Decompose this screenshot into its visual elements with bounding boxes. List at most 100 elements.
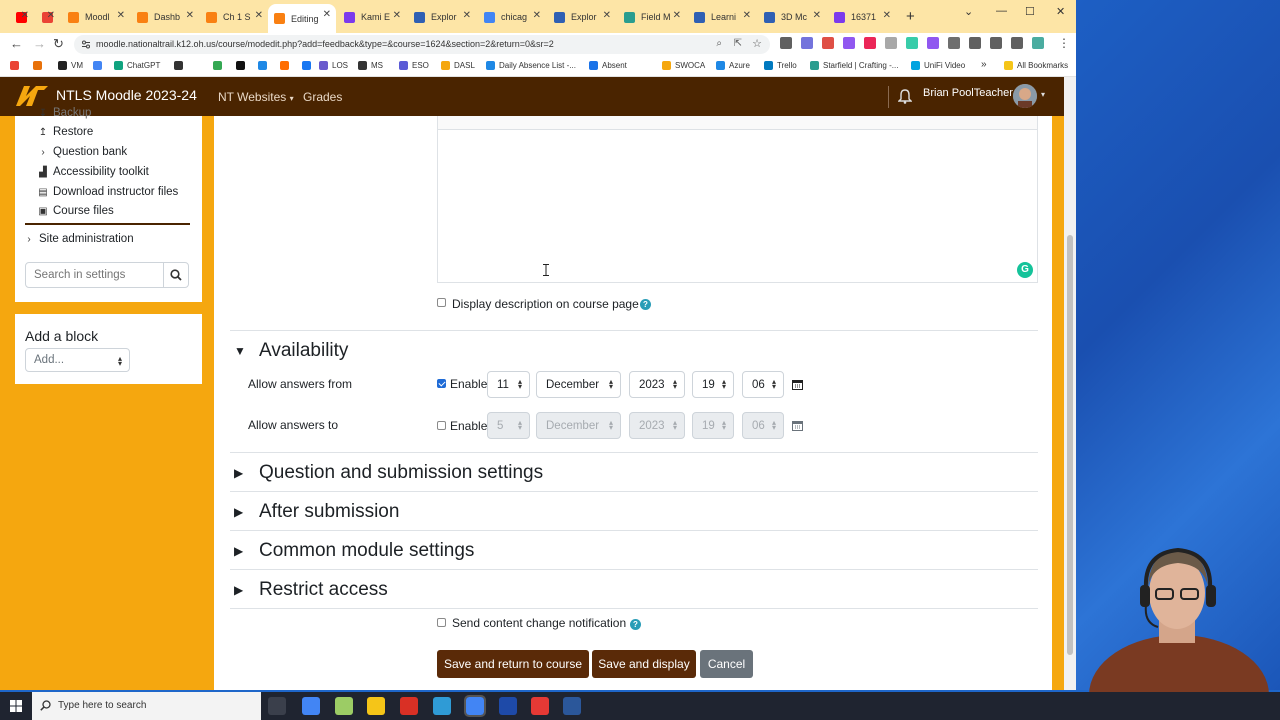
- section-question-submission[interactable]: ▶ Question and submission settings: [234, 462, 543, 484]
- nav-grades[interactable]: Grades: [303, 90, 342, 104]
- browser-extension-icon[interactable]: [780, 37, 792, 49]
- avatar[interactable]: [1013, 84, 1037, 108]
- user-name[interactable]: Brian PoolTeacher: [923, 87, 1013, 99]
- send-notification-checkbox[interactable]: [437, 618, 446, 627]
- from-minute-select[interactable]: 06 ▴ ▾: [742, 371, 784, 398]
- bookmark-item[interactable]: VM: [58, 61, 83, 70]
- sidebar-item-site-administration[interactable]: › Site administration: [23, 233, 133, 245]
- chrome-icon[interactable]: [302, 697, 320, 715]
- bookmark-icon[interactable]: [174, 61, 187, 70]
- sidebar-item-backup[interactable]: ↧ Backup: [37, 107, 92, 119]
- browser-extension-icon[interactable]: [1011, 37, 1023, 49]
- browser-extension-icon[interactable]: [801, 37, 813, 49]
- browser-tab[interactable]: Explor ✕: [408, 5, 476, 29]
- file-explorer-icon[interactable]: [367, 697, 385, 715]
- close-icon[interactable]: ✕: [393, 10, 401, 21]
- browser-extension-icon[interactable]: [990, 37, 1002, 49]
- close-icon[interactable]: ✕: [323, 9, 331, 20]
- bookmark-icon[interactable]: [33, 61, 46, 70]
- browser-extension-icon[interactable]: [969, 37, 981, 49]
- site-info-icon[interactable]: [82, 40, 90, 49]
- pdf-icon[interactable]: [531, 697, 549, 715]
- close-icon[interactable]: ✕: [813, 10, 821, 21]
- sidebar-item-download-instructor-files[interactable]: ▤ Download instructor files: [37, 186, 178, 198]
- ntls-logo-icon[interactable]: [14, 82, 50, 110]
- browser-tab[interactable]: Explor ✕: [548, 5, 616, 29]
- bookmark-item[interactable]: Azure: [716, 61, 750, 70]
- close-icon[interactable]: ✕: [463, 10, 471, 21]
- browser-extension-icon[interactable]: [822, 37, 834, 49]
- to-hour-select[interactable]: 19 ▴ ▾: [692, 412, 734, 439]
- bookmark-item[interactable]: SWOCA: [662, 61, 705, 70]
- sidebar-item-accessibility-toolkit[interactable]: ▟ Accessibility toolkit: [37, 166, 149, 178]
- from-day-select[interactable]: 11 ▴ ▾: [487, 371, 530, 398]
- close-icon[interactable]: ✕: [186, 10, 194, 21]
- bookmark-icon[interactable]: [10, 61, 23, 70]
- search-button[interactable]: [163, 263, 188, 287]
- bookmark-item[interactable]: ESO: [399, 61, 429, 70]
- task-view-icon[interactable]: [268, 697, 286, 715]
- section-common-module[interactable]: ▶ Common module settings: [234, 540, 474, 562]
- windows-start-icon[interactable]: [10, 700, 22, 712]
- close-icon[interactable]: ✕: [21, 10, 29, 21]
- browser-extension-icon[interactable]: [948, 37, 960, 49]
- browser-tab[interactable]: chicag ✕: [478, 5, 546, 29]
- browser-tab[interactable]: 16371 ✕: [828, 5, 896, 29]
- close-icon[interactable]: ✕: [603, 10, 611, 21]
- forward-icon[interactable]: →: [33, 36, 46, 51]
- user-menu-chevron-icon[interactable]: ▾: [1041, 90, 1045, 99]
- browser-tab[interactable]: Moodl ✕: [62, 5, 130, 29]
- browser-extension-icon[interactable]: [885, 37, 897, 49]
- browser-tab[interactable]: Field M ✕: [618, 5, 686, 29]
- bookmark-icon[interactable]: [280, 61, 293, 70]
- save-display-button[interactable]: Save and display: [592, 650, 696, 678]
- bookmark-icon[interactable]: [258, 61, 271, 70]
- all-bookmarks[interactable]: All Bookmarks: [1004, 61, 1068, 70]
- chevron-down-icon[interactable]: ⌄: [964, 5, 973, 18]
- browser-extension-icon[interactable]: [864, 37, 876, 49]
- from-month-select[interactable]: December ▴ ▾: [536, 371, 621, 398]
- bell-icon[interactable]: [898, 88, 912, 104]
- bookmark-icon[interactable]: [93, 61, 106, 70]
- to-year-select[interactable]: 2023 ▴ ▾: [629, 412, 685, 439]
- sidebar-item-question-bank[interactable]: › Question bank: [37, 146, 127, 158]
- calendar-icon[interactable]: [792, 379, 803, 390]
- to-minute-select[interactable]: 06 ▴ ▾: [742, 412, 784, 439]
- display-description-checkbox[interactable]: [437, 298, 446, 307]
- browser-tab[interactable]: ✕: [36, 5, 60, 29]
- zoom-icon[interactable]: ⌕: [716, 38, 722, 49]
- star-icon[interactable]: ☆: [752, 37, 762, 50]
- window-close-icon[interactable]: ✕: [1056, 5, 1065, 18]
- browser-extension-icon[interactable]: [1032, 37, 1044, 49]
- grammarly-icon[interactable]: G: [1017, 262, 1033, 278]
- browser-tab[interactable]: Kami E ✕: [338, 5, 406, 29]
- browser-tab[interactable]: Editing ✕: [268, 4, 336, 33]
- bookmark-icon[interactable]: [213, 61, 226, 70]
- chrome-icon[interactable]: [464, 695, 486, 717]
- bookmark-item[interactable]: DASL: [441, 61, 475, 70]
- bookmark-item[interactable]: Starfield | Crafting -...: [810, 61, 898, 70]
- close-icon[interactable]: ✕: [743, 10, 751, 21]
- bookmarks-overflow-button[interactable]: »: [981, 59, 987, 70]
- close-icon[interactable]: ✕: [673, 10, 681, 21]
- save-return-button[interactable]: Save and return to course: [437, 650, 589, 678]
- nav-nt-websites[interactable]: NT Websites ▾: [218, 90, 294, 104]
- section-restrict-access[interactable]: ▶ Restrict access: [234, 579, 388, 601]
- browser-extension-icon[interactable]: [843, 37, 855, 49]
- sidebar-item-course-files[interactable]: ▣ Course files: [37, 205, 113, 217]
- cancel-button[interactable]: Cancel: [700, 650, 753, 678]
- to-day-select[interactable]: 5 ▴ ▾: [487, 412, 530, 439]
- add-block-select[interactable]: Add... ▴ ▾: [25, 348, 130, 372]
- browser-tab[interactable]: Learni ✕: [688, 5, 756, 29]
- section-after-submission[interactable]: ▶ After submission: [234, 501, 399, 523]
- help-icon[interactable]: ?: [640, 299, 651, 310]
- bookmark-icon[interactable]: [236, 61, 249, 70]
- back-icon[interactable]: ←: [10, 36, 23, 51]
- word-icon[interactable]: [563, 697, 581, 715]
- close-icon[interactable]: ✕: [255, 10, 263, 21]
- new-tab-button[interactable]: +: [906, 8, 915, 25]
- minimize-icon[interactable]: —: [996, 5, 1007, 17]
- bookmark-item[interactable]: Trello: [764, 61, 797, 70]
- bookmark-item[interactable]: Daily Absence List -...: [486, 61, 576, 70]
- allow-from-enable-checkbox[interactable]: [437, 379, 446, 388]
